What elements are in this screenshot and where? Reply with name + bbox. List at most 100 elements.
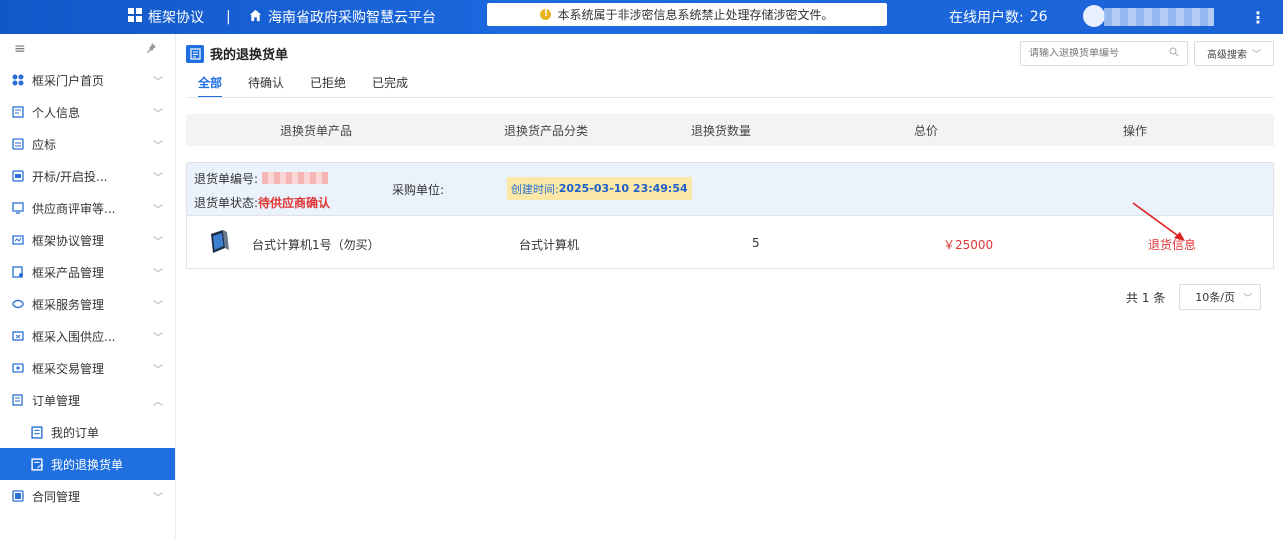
agreement-icon [11, 233, 25, 247]
tab-completed[interactable]: 已完成 [372, 74, 408, 98]
grid-icon [128, 8, 142, 26]
chevron-down-icon: ﹀ [153, 492, 163, 504]
chevron-down-icon: ﹀ [1251, 50, 1261, 60]
search-input[interactable] [1029, 48, 1159, 59]
product-category: 台式计算机 [519, 238, 580, 252]
sidebar-item-bid[interactable]: 应标 ﹀ [0, 128, 175, 160]
open-bid-icon [11, 169, 25, 183]
created-label: 创建时间: [511, 182, 559, 196]
page-size-value: 10条/页 [1195, 291, 1235, 304]
advanced-search-label: 高级搜索 [1206, 50, 1247, 61]
brand-label: 框架协议 [148, 10, 204, 26]
avatar[interactable] [1083, 5, 1105, 27]
tab-rejected[interactable]: 已拒绝 [310, 74, 346, 98]
trade-icon [11, 361, 25, 375]
product-icon [11, 265, 25, 279]
cluster-icon [11, 73, 25, 87]
chevron-up-icon: ︿ [153, 396, 163, 408]
platform-link[interactable]: 海南省政府采购智慧云平台 [249, 0, 436, 34]
brand[interactable]: 框架协议 [128, 0, 204, 34]
search-box[interactable] [1020, 41, 1188, 66]
chevron-down-icon: ﹀ [153, 172, 163, 184]
order-number-redacted [262, 172, 329, 184]
sidebar-item-label: 框采服务管理 [32, 297, 105, 312]
supplier-icon [11, 329, 25, 343]
order-icon [11, 393, 25, 407]
username-redacted[interactable] [1104, 8, 1214, 26]
return-quantity: 5 [752, 236, 760, 250]
sidebar-subitem-my-orders[interactable]: 我的订单 [0, 416, 175, 448]
product-name[interactable]: 台式计算机1号（勿买） [252, 236, 380, 253]
sidebar-item-portal-home[interactable]: 框采门户首页 ﹀ [0, 64, 175, 96]
sidebar-item-service[interactable]: 框采服务管理 ﹀ [0, 288, 175, 320]
sidebar-item-label: 框采交易管理 [32, 361, 105, 376]
topbar-separator: | [226, 9, 231, 25]
return-order-card: 退货单编号: 退货单状态:待供应商确认 采购单位: 创建时间: 2025-03-1… [186, 162, 1274, 269]
document-icon [186, 44, 204, 63]
order-number-label: 退货单编号: [194, 172, 259, 186]
sidebar-header: ≡ [0, 34, 175, 64]
chevron-down-icon: ﹀ [153, 140, 163, 152]
created-time: 创建时间: 2025-03-10 23:49:54 [507, 177, 692, 200]
chevron-down-icon: ﹀ [153, 204, 163, 216]
chevron-down-icon: ﹀ [1243, 293, 1253, 304]
column-header-quantity: 退换货数量 [690, 123, 751, 138]
created-value: 2025-03-10 23:49:54 [558, 182, 688, 195]
chevron-down-icon: ﹀ [153, 236, 163, 248]
sidebar-item-trade[interactable]: 框采交易管理 ﹀ [0, 352, 175, 384]
review-icon [11, 201, 25, 215]
online-users: 在线用户数: 26 [949, 0, 1048, 34]
notice-text: 本系统属于非涉密信息系统禁止处理存储涉密文件。 [557, 8, 834, 22]
sidebar-item-label: 框采入围供应... [32, 329, 116, 344]
tab-all[interactable]: 全部 [198, 74, 223, 98]
sidebar-item-profile[interactable]: 个人信息 ﹀ [0, 96, 175, 128]
sidebar-item-label: 开标/开启投... [32, 169, 108, 184]
advanced-search-button[interactable]: 高级搜索 ﹀ [1194, 41, 1274, 66]
sidebar-item-open-bid[interactable]: 开标/开启投... ﹀ [0, 160, 175, 192]
total-price: ￥25000 [943, 238, 994, 252]
more-vertical-icon[interactable]: ⋮ [1250, 0, 1266, 34]
order-list-icon [31, 425, 45, 439]
return-order-icon [31, 457, 45, 471]
profile-icon [11, 105, 25, 119]
total-count: 共 1 条 [1126, 290, 1166, 305]
sidebar-item-label: 框架协议管理 [32, 233, 105, 248]
sidebar-item-review[interactable]: 供应商评审等... ﹀ [0, 192, 175, 224]
order-status-label: 退货单状态: [194, 196, 259, 210]
chevron-down-icon: ﹀ [153, 108, 163, 120]
info-icon: ! [540, 9, 552, 20]
order-info-bar: 退货单编号: 退货单状态:待供应商确认 采购单位: 创建时间: 2025-03-1… [187, 163, 1273, 216]
sidebar-subitem-my-returns[interactable]: 我的退换货单 [0, 448, 175, 480]
sidebar-subitem-label: 我的退换货单 [51, 457, 124, 472]
column-header-category: 退换货产品分类 [503, 123, 588, 138]
sidebar-item-product[interactable]: 框采产品管理 ﹀ [0, 256, 175, 288]
search-icon[interactable] [1169, 47, 1179, 60]
menu-icon[interactable]: ≡ [14, 41, 26, 57]
sidebar-item-order-management[interactable]: 订单管理 ︿ [0, 384, 175, 416]
sidebar-item-agreement[interactable]: 框架协议管理 ﹀ [0, 224, 175, 256]
sidebar-item-label: 应标 [32, 137, 57, 152]
page-size-select[interactable]: 10条/页 ﹀ [1179, 284, 1262, 310]
table-header: 退换货单产品 退换货产品分类 退换货数量 总价 操作 [186, 114, 1274, 146]
sidebar-subitem-label: 我的订单 [51, 425, 100, 440]
chevron-down-icon: ﹀ [153, 300, 163, 312]
pin-icon[interactable] [145, 42, 157, 57]
status-tabs: 全部 待确认 已拒绝 已完成 [198, 74, 434, 98]
main-content: 我的退换货单 高级搜索 ﹀ 全部 待确认 已拒绝 已完成 退换货单产品 退换货产… [176, 34, 1283, 539]
chevron-down-icon: ﹀ [153, 332, 163, 344]
sidebar-item-supplier[interactable]: 框采入围供应... ﹀ [0, 320, 175, 352]
column-header-action: 操作 [1122, 123, 1147, 138]
platform-label: 海南省政府采购智慧云平台 [268, 10, 436, 26]
chevron-down-icon: ﹀ [153, 268, 163, 280]
chevron-down-icon: ﹀ [153, 364, 163, 376]
sidebar-item-label: 供应商评审等... [32, 201, 116, 216]
status-badge: 待供应商确认 [258, 196, 331, 210]
column-header-product: 退换货单产品 [279, 123, 352, 138]
sidebar-item-contract[interactable]: 合同管理 ﹀ [0, 480, 175, 512]
sidebar: ≡ 框采门户首页 ﹀ 个人信息 ﹀ 应标 ﹀ 开标/开启投... ﹀ 供应商评审… [0, 34, 176, 539]
tab-pending[interactable]: 待确认 [248, 74, 284, 98]
column-header-total: 总价 [913, 123, 938, 138]
pagination: 共 1 条 10条/页 ﹀ [1126, 284, 1262, 310]
page-title: 我的退换货单 [210, 48, 289, 63]
product-image[interactable] [205, 228, 233, 256]
